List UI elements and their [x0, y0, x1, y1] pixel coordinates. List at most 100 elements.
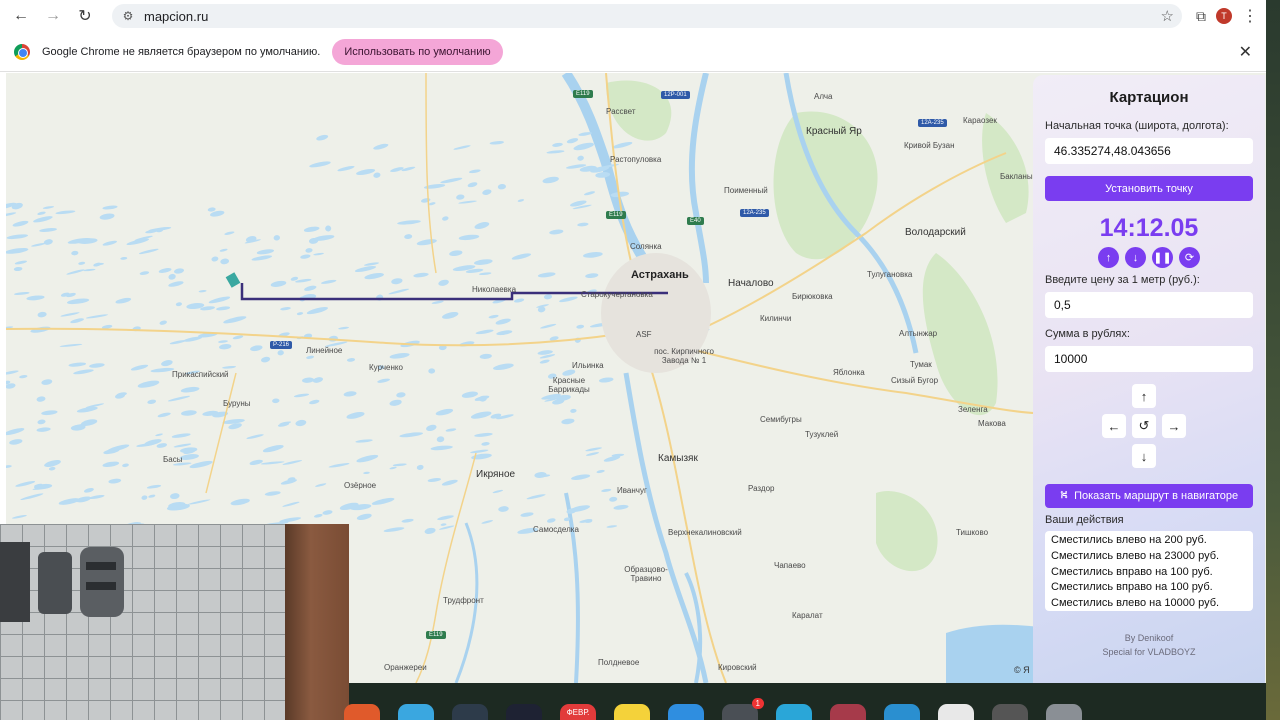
lake-shape — [216, 306, 231, 311]
map-label: Солянка — [630, 242, 662, 251]
lake-shape — [155, 433, 163, 437]
menu-kebab-icon[interactable]: ⋮ — [1242, 6, 1258, 26]
trash-icon[interactable] — [1046, 704, 1082, 720]
lake-shape — [609, 496, 618, 502]
map-label: Красный Яр — [806, 126, 862, 137]
dock-app-icon[interactable] — [506, 704, 542, 720]
road-shield: 12A-235 — [918, 119, 947, 127]
lake-shape — [36, 427, 51, 432]
calendar-app-icon[interactable]: ФЕВР. — [560, 704, 596, 720]
reload-icon[interactable]: ↻ — [72, 3, 98, 29]
dock-app-icon[interactable] — [398, 704, 434, 720]
move-down-button[interactable]: ↓ — [1132, 444, 1156, 468]
sum-label: Сумма в рублях: — [1045, 328, 1130, 340]
extensions-icon[interactable]: ⧉ — [1196, 8, 1206, 25]
lake-shape — [282, 501, 300, 507]
lake-shape — [456, 194, 465, 200]
lake-shape — [304, 285, 317, 291]
close-icon[interactable]: ✕ — [1239, 42, 1252, 62]
map-label: Курченко — [369, 363, 403, 372]
lake-shape — [293, 393, 310, 398]
lake-shape — [427, 478, 441, 482]
lake-shape — [139, 271, 150, 275]
set-point-button[interactable]: Установить точку — [1045, 176, 1253, 201]
lake-shape — [73, 369, 94, 375]
reset-rotate-button[interactable]: ↺ — [1132, 414, 1156, 438]
pause-icon[interactable]: ❚❚ — [1152, 247, 1173, 268]
road-shield: E119 — [606, 211, 626, 219]
lake-shape — [158, 268, 172, 273]
back-icon[interactable]: ← — [8, 3, 34, 29]
lake-shape — [373, 172, 381, 178]
lake-shape — [6, 234, 29, 240]
road-shield: E119 — [426, 631, 446, 639]
lake-shape — [598, 377, 614, 383]
site-settings-icon[interactable]: ⚙ — [120, 8, 136, 24]
arrow-down-icon[interactable]: ↓ — [1125, 247, 1146, 268]
lake-shape — [430, 445, 453, 451]
lake-shape — [461, 391, 478, 398]
map-label: Тузуклей — [805, 430, 839, 439]
lake-shape — [249, 459, 263, 466]
lake-shape — [181, 410, 197, 416]
lake-shape — [373, 143, 389, 150]
lake-shape — [141, 495, 148, 500]
dock-app-icon[interactable] — [992, 704, 1028, 720]
actions-log[interactable]: Сместились влево на 200 руб. Сместились … — [1045, 531, 1253, 611]
dock-app-icon[interactable] — [938, 704, 974, 720]
lake-shape — [150, 367, 175, 373]
move-up-button[interactable]: ↑ — [1132, 384, 1156, 408]
lake-shape — [300, 254, 311, 259]
dock-app-icon[interactable] — [614, 704, 650, 720]
lake-shape — [66, 298, 90, 305]
bookmark-star-icon[interactable]: ☆ — [1161, 7, 1174, 25]
sum-input[interactable] — [1045, 346, 1253, 372]
price-input[interactable] — [1045, 292, 1253, 318]
dock-app-icon[interactable] — [452, 704, 488, 720]
url-text[interactable]: mapcion.ru — [144, 9, 1153, 24]
lake-shape — [170, 493, 180, 500]
lake-shape — [108, 478, 122, 484]
lake-shape — [606, 525, 618, 528]
move-right-button[interactable]: → — [1162, 414, 1186, 438]
dock-app-icon[interactable]: 1 — [722, 698, 764, 720]
arrow-up-icon[interactable]: ↑ — [1098, 247, 1119, 268]
dock-app-icon[interactable] — [344, 704, 380, 720]
lake-shape — [78, 261, 86, 265]
dock-app-icon[interactable] — [668, 704, 704, 720]
map-label: Кривой Бузан — [904, 141, 955, 150]
lake-shape — [442, 216, 449, 221]
dock-app-icon[interactable] — [830, 704, 866, 720]
address-bar[interactable]: ⚙ mapcion.ru ☆ — [112, 4, 1182, 28]
webcam-overlay — [0, 524, 349, 720]
map-label: Семибугры — [760, 415, 802, 424]
refresh-icon[interactable]: ⟳ — [1179, 247, 1200, 268]
start-point-input[interactable] — [1045, 138, 1253, 164]
lake-shape — [76, 496, 91, 503]
lake-shape — [189, 460, 213, 469]
lake-shape — [316, 134, 329, 141]
lake-shape — [511, 253, 532, 260]
lake-shape — [171, 433, 191, 438]
lake-shape — [208, 296, 231, 304]
lake-shape — [363, 262, 380, 266]
lake-shape — [442, 311, 459, 319]
log-entry: Сместились влево на 200 руб. — [1051, 534, 1207, 546]
map-label: Оранжереи — [384, 663, 427, 672]
default-browser-infobar: Google Chrome не является браузером по у… — [0, 32, 1266, 72]
map-label: Каралат — [792, 611, 823, 620]
panel-title: Картацион — [1109, 89, 1189, 106]
set-default-button[interactable]: Использовать по умолчанию — [332, 38, 503, 65]
lake-shape — [571, 474, 591, 480]
show-route-button[interactable]: ⛕ Показать маршрут в навигаторе — [1045, 484, 1253, 508]
dock-app-icon[interactable] — [776, 704, 812, 720]
macos-dock: ФЕВР. 1 — [340, 698, 1120, 720]
forward-icon[interactable]: → — [40, 3, 66, 29]
lake-shape — [60, 312, 80, 317]
move-left-button[interactable]: ← — [1102, 414, 1126, 438]
lake-shape — [474, 432, 493, 437]
lake-shape — [437, 515, 454, 521]
profile-avatar[interactable]: T — [1216, 8, 1232, 24]
dock-app-icon[interactable] — [884, 704, 920, 720]
lake-shape — [14, 260, 27, 265]
